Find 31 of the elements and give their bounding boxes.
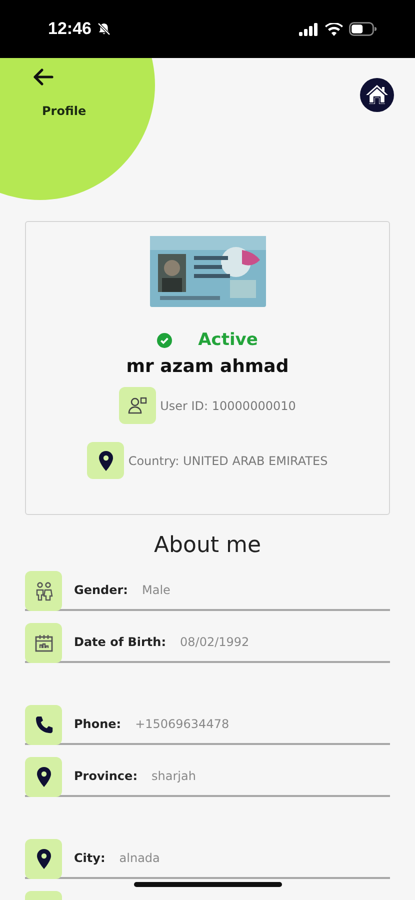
field-value: Male: [142, 583, 170, 597]
battery-icon: [349, 22, 377, 36]
user-name: mr azam ahmad: [126, 356, 289, 377]
field-value: 08/02/1992: [180, 635, 250, 649]
page-title: Profile: [42, 104, 86, 118]
calendar-icon: [25, 623, 62, 663]
status-text: Active: [198, 330, 258, 350]
field-label: Gender:: [74, 583, 128, 597]
section-title: About me: [152, 533, 262, 558]
user-id: User ID: 10000000010: [160, 398, 296, 412]
clock-time: 12:46: [48, 19, 92, 39]
field-label: City:: [74, 851, 106, 865]
wifi-icon: [325, 22, 343, 36]
muted-bell-icon: [97, 22, 112, 36]
location-pin-icon: [25, 839, 62, 879]
country: Country: UNITED ARAB EMIRATES: [128, 454, 328, 468]
field-value: +15069634478: [135, 717, 230, 731]
field-value: alnada: [119, 851, 160, 865]
people-icon: [25, 571, 62, 611]
location-pin-icon: [25, 757, 62, 797]
back-arrow-icon[interactable]: [32, 68, 54, 86]
field-label: Phone:: [74, 717, 122, 731]
location-pin-icon: [87, 442, 124, 479]
phone-icon: [25, 705, 62, 745]
users-icon: [119, 387, 156, 424]
field-value: sharjah: [152, 769, 196, 783]
field-label: Province:: [74, 769, 138, 783]
signal-icon: [299, 22, 319, 36]
field-label: Date of Birth:: [74, 635, 166, 649]
check-circle-icon: [157, 332, 172, 348]
home-icon[interactable]: [360, 78, 394, 112]
